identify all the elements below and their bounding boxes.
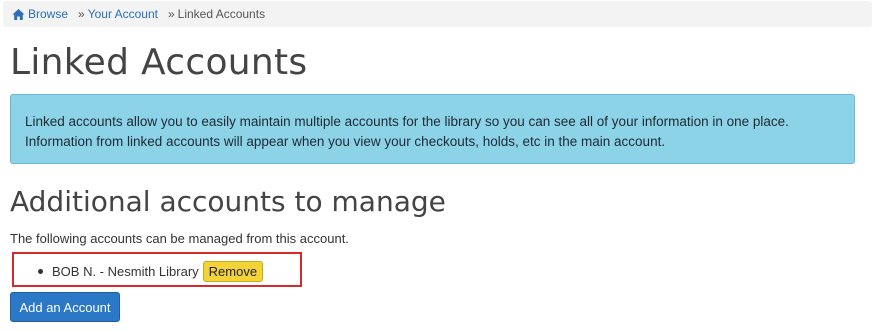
breadcrumb-separator: »	[167, 7, 175, 21]
breadcrumb-item-linked-accounts: » Linked Accounts	[158, 7, 265, 21]
intro-text: The following accounts can be managed fr…	[10, 231, 349, 246]
linked-accounts-highlight: BOB N. - Nesmith Library Remove	[12, 252, 302, 287]
breadcrumb-home[interactable]: Browse	[12, 7, 68, 21]
info-alert: Linked accounts allow you to easily main…	[10, 94, 855, 164]
page-title: Linked Accounts	[10, 42, 308, 83]
info-alert-line: Linked accounts allow you to easily main…	[25, 114, 789, 129]
home-icon	[12, 8, 25, 21]
bullet-icon	[38, 269, 43, 274]
linked-account-name: BOB N. - Nesmith Library	[52, 264, 199, 279]
remove-linked-account-button[interactable]: Remove	[202, 261, 264, 282]
breadcrumb-item-your-account: » Your Account	[68, 7, 158, 21]
linked-account-item: BOB N. - Nesmith Library Remove	[38, 261, 264, 282]
breadcrumb: Browse » Your Account » Linked Accounts	[3, 1, 872, 27]
breadcrumb-link-browse[interactable]: Browse	[28, 7, 68, 21]
section-heading: Additional accounts to manage	[10, 185, 446, 218]
breadcrumb-link-your-account[interactable]: Your Account	[88, 7, 158, 21]
breadcrumb-current: Linked Accounts	[177, 7, 266, 21]
add-account-button[interactable]: Add an Account	[10, 292, 120, 322]
breadcrumb-separator: »	[78, 7, 85, 21]
info-alert-line: Information from linked accounts will ap…	[25, 134, 666, 149]
